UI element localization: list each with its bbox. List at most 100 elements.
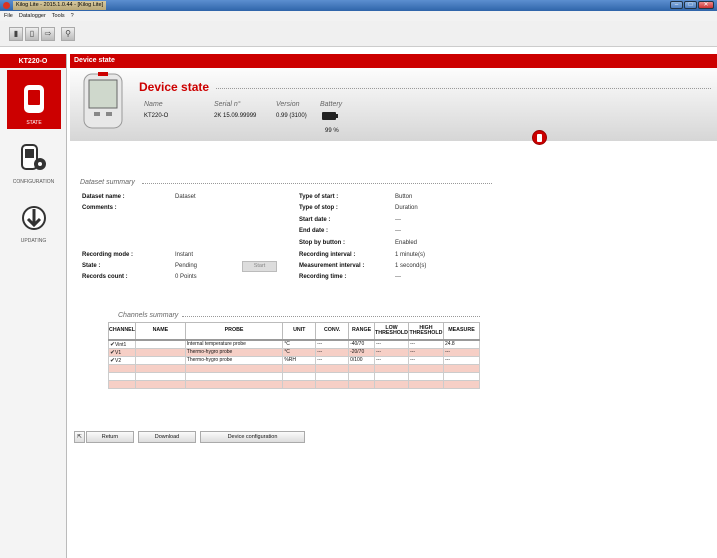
device-panel: Device state Name Serial n° Version Batt… <box>70 68 717 141</box>
start-button[interactable]: Start <box>242 261 277 272</box>
recording-time-label: Recording time : <box>299 274 347 280</box>
device-state-title: Device state <box>139 80 210 94</box>
stop-by-button-label: Stop by button : <box>299 240 345 246</box>
main-header: Device state <box>70 54 717 68</box>
name-cell <box>134 339 186 349</box>
app-icon <box>3 2 10 9</box>
divider <box>142 183 492 184</box>
close-button[interactable]: ✕ <box>698 1 714 9</box>
unit-cell: %RH <box>282 355 317 365</box>
datalogger-connected-icon[interactable] <box>532 130 547 145</box>
title-bar: Kilog Lite - 2015.1.0.44 - [Kilog Lite] … <box>0 0 717 11</box>
channel-cell: Vint1 <box>115 341 127 348</box>
table-row <box>108 363 481 373</box>
end-date-label: End date : <box>299 228 329 234</box>
recording-interval-value: 1 minute(s) <box>395 252 426 258</box>
col-unit: UNIT <box>282 322 317 341</box>
type-of-stop-value: Duration <box>395 205 418 211</box>
col-channel: CHANNEL <box>108 322 136 341</box>
minimize-button[interactable]: – <box>670 1 683 9</box>
dataset-summary-title: Dataset summary <box>80 179 135 186</box>
export-icon[interactable]: ⇨ <box>41 26 55 41</box>
datalogger-icon <box>19 84 49 114</box>
divider <box>216 88 711 89</box>
device-name: KT220-O <box>144 113 169 119</box>
sidebar-item-configuration[interactable]: CONFIGURATION <box>0 129 67 188</box>
probe-cell: Thermo-hygro probe <box>184 355 284 365</box>
probe-cell: Internal temperature probe <box>184 339 284 349</box>
table-row[interactable]: ✔V2 Thermo-hygro probe %RH --- 0/100 ---… <box>108 355 481 365</box>
device-configuration-button[interactable]: Device configuration <box>200 431 305 443</box>
high-threshold-cell: --- <box>408 355 444 365</box>
channels-summary-title: Channels summary <box>118 312 179 319</box>
table-row <box>108 371 481 381</box>
sidebar-item-updating[interactable]: UPDATING <box>0 188 67 247</box>
battery-icon <box>322 112 338 120</box>
sidebar-item-state[interactable]: STATE <box>7 70 61 129</box>
recording-interval-label: Recording interval : <box>299 252 356 258</box>
col-probe: PROBE <box>184 322 284 341</box>
name-cell <box>134 347 186 357</box>
open-file-icon[interactable]: ▮ <box>9 26 23 41</box>
menu-help[interactable]: ? <box>71 13 74 19</box>
dataset-name-label: Dataset name : <box>82 194 125 200</box>
version-heading: Version <box>276 101 300 108</box>
table-row[interactable]: ✔V1 Thermo-hygro probe °C --- -20/70 ---… <box>108 347 481 357</box>
unit-cell: °C <box>282 347 317 357</box>
sidebar-item-label: CONFIGURATION <box>12 179 55 185</box>
col-name: NAME <box>134 322 186 341</box>
col-low-threshold: LOW THRESHOLD <box>374 322 409 341</box>
end-date-value: --- <box>395 228 401 234</box>
maximize-button[interactable]: □ <box>684 1 697 9</box>
low-threshold-cell: --- <box>374 347 409 357</box>
toolbar: ▮ ▯ ⇨ ⚲ <box>0 21 717 47</box>
col-measure: MEASURE <box>442 322 481 341</box>
window-title: Kilog Lite - 2015.1.0.44 - [Kilog Lite] <box>13 1 107 10</box>
sidebar: KT220-O STATE CONFIGURATION UPDATING <box>0 54 67 558</box>
table-row[interactable]: ✔Vint1 Internal temperature probe °C ---… <box>108 339 481 349</box>
document-icon[interactable]: ▯ <box>25 26 39 41</box>
menu-bar: File Datalogger Tools ? <box>0 11 717 21</box>
device-image <box>80 72 126 132</box>
battery-level: 99 % <box>325 128 339 134</box>
recording-mode-value: Instant <box>175 252 194 258</box>
name-cell <box>134 355 186 365</box>
network-icon[interactable]: ⚲ <box>61 26 75 41</box>
menu-file[interactable]: File <box>4 13 13 19</box>
recording-time-value: --- <box>395 274 401 280</box>
sidebar-device-name: KT220-O <box>0 54 66 68</box>
measure-cell: --- <box>442 347 481 357</box>
update-download-icon <box>19 202 49 232</box>
main-panel: Device state Device state Name Serial n°… <box>70 54 717 558</box>
state-value: Pending <box>175 263 198 269</box>
unit-cell: °C <box>282 339 317 349</box>
return-icon[interactable]: ⇱ <box>74 431 85 443</box>
channel-cell: V1 <box>115 349 122 356</box>
table-header-row: CHANNEL NAME PROBE UNIT CONV. RANGE LOW … <box>108 322 481 341</box>
type-of-start-label: Type of start : <box>299 194 339 200</box>
high-threshold-cell: --- <box>408 339 444 349</box>
type-of-start-value: Button <box>395 194 413 200</box>
low-threshold-cell: --- <box>374 339 409 349</box>
download-button[interactable]: Download <box>138 431 196 443</box>
col-conv: CONV. <box>315 322 350 341</box>
menu-datalogger[interactable]: Datalogger <box>19 13 46 19</box>
records-count-value: 0 Points <box>175 274 197 280</box>
start-date-value: --- <box>395 217 401 223</box>
range-cell: 0/100 <box>348 355 376 365</box>
conv-cell: --- <box>315 339 350 349</box>
device-serial: 2K 15.09.99999 <box>214 113 257 119</box>
measure-cell: 24.8 <box>442 339 481 349</box>
measurement-interval-value: 1 second(s) <box>395 263 427 269</box>
return-button[interactable]: Return <box>86 431 134 443</box>
probe-cell: Thermo-hygro probe <box>184 347 284 357</box>
conv-cell: --- <box>315 347 350 357</box>
serial-heading: Serial n° <box>214 101 241 108</box>
channels-table: CHANNEL NAME PROBE UNIT CONV. RANGE LOW … <box>108 322 481 389</box>
table-row <box>108 379 481 389</box>
records-count-label: Records count : <box>82 274 128 280</box>
low-threshold-cell: --- <box>374 355 409 365</box>
menu-tools[interactable]: Tools <box>52 13 65 19</box>
measure-cell: --- <box>442 355 481 365</box>
stop-by-button-value: Enabled <box>395 240 418 246</box>
